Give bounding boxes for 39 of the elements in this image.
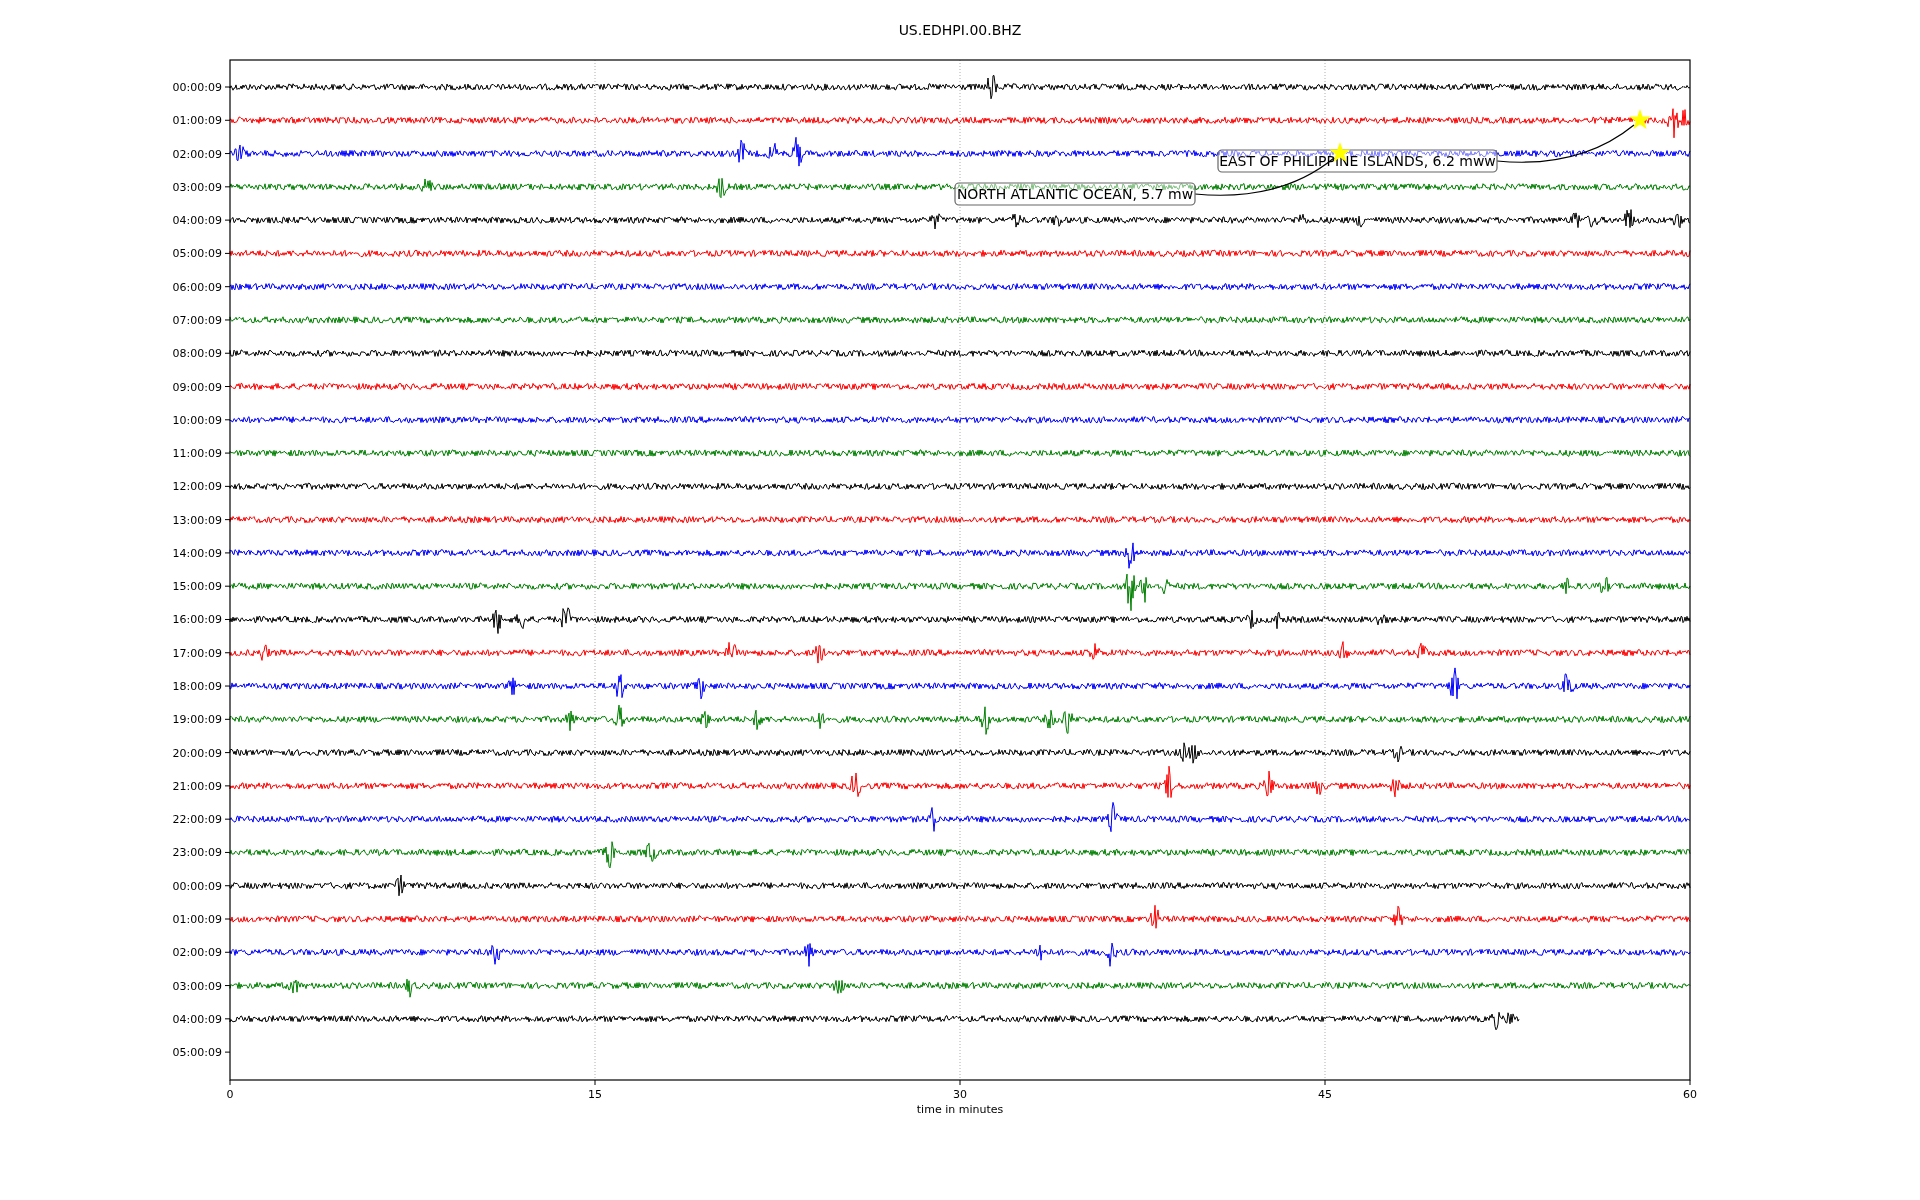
event-star-icon (1629, 109, 1651, 129)
time-axis-label: 06:00:09 (172, 280, 222, 294)
time-axis-label: 01:00:09 (172, 114, 222, 128)
time-axis-label: 08:00:09 (172, 347, 222, 361)
time-axis-label: 15:00:09 (172, 580, 222, 594)
time-axis-label: 05:00:09 (172, 1046, 222, 1060)
time-axis-label: 21:00:09 (172, 779, 222, 793)
time-axis-label: 04:00:09 (172, 1012, 222, 1026)
time-axis-label: 11:00:09 (172, 447, 222, 461)
x-axis-tick-label: 45 (1318, 1088, 1332, 1101)
event-annotation: NORTH ATLANTIC OCEAN, 5.7 mw (954, 182, 1196, 206)
time-axis-label: 22:00:09 (172, 813, 222, 827)
time-axis-label: 16:00:09 (172, 613, 222, 627)
x-axis-title: time in minutes (916, 1103, 1004, 1116)
chart-title: US.EDHPI.00.BHZ (898, 22, 1022, 38)
x-axis-tick-label: 15 (588, 1088, 602, 1101)
x-axis-tick-label: 30 (953, 1088, 967, 1101)
time-axis-label: 02:00:09 (172, 946, 222, 960)
time-axis-label: 02:00:09 (172, 147, 222, 161)
time-axis-label: 09:00:09 (172, 380, 222, 394)
time-axis-label: 20:00:09 (172, 746, 222, 760)
time-axis-label: 10:00:09 (172, 413, 222, 427)
x-axis-tick-label: 0 (226, 1088, 234, 1101)
time-axis-label: 18:00:09 (172, 680, 222, 694)
time-axis-label: 12:00:09 (172, 480, 222, 494)
time-axis-label: 14:00:09 (172, 546, 222, 560)
time-axis-label: 01:00:09 (172, 913, 222, 926)
time-axis-label: 04:00:09 (172, 214, 222, 228)
x-axis-tick-label: 60 (1683, 1088, 1697, 1101)
time-axis-label: 13:00:09 (172, 513, 222, 527)
time-axis-label: 23:00:09 (172, 846, 222, 860)
time-axis-label: 00:00:09 (172, 81, 222, 94)
time-axis-label: 07:00:09 (172, 313, 222, 327)
time-axis-label: 03:00:09 (172, 180, 222, 194)
time-axis-label: 00:00:09 (172, 879, 222, 893)
time-axis-label: 03:00:09 (172, 979, 222, 993)
time-axis-label: 05:00:09 (172, 247, 222, 261)
time-axis-label: 17:00:09 (172, 646, 222, 660)
time-axis-label: 19:00:09 (172, 713, 222, 727)
